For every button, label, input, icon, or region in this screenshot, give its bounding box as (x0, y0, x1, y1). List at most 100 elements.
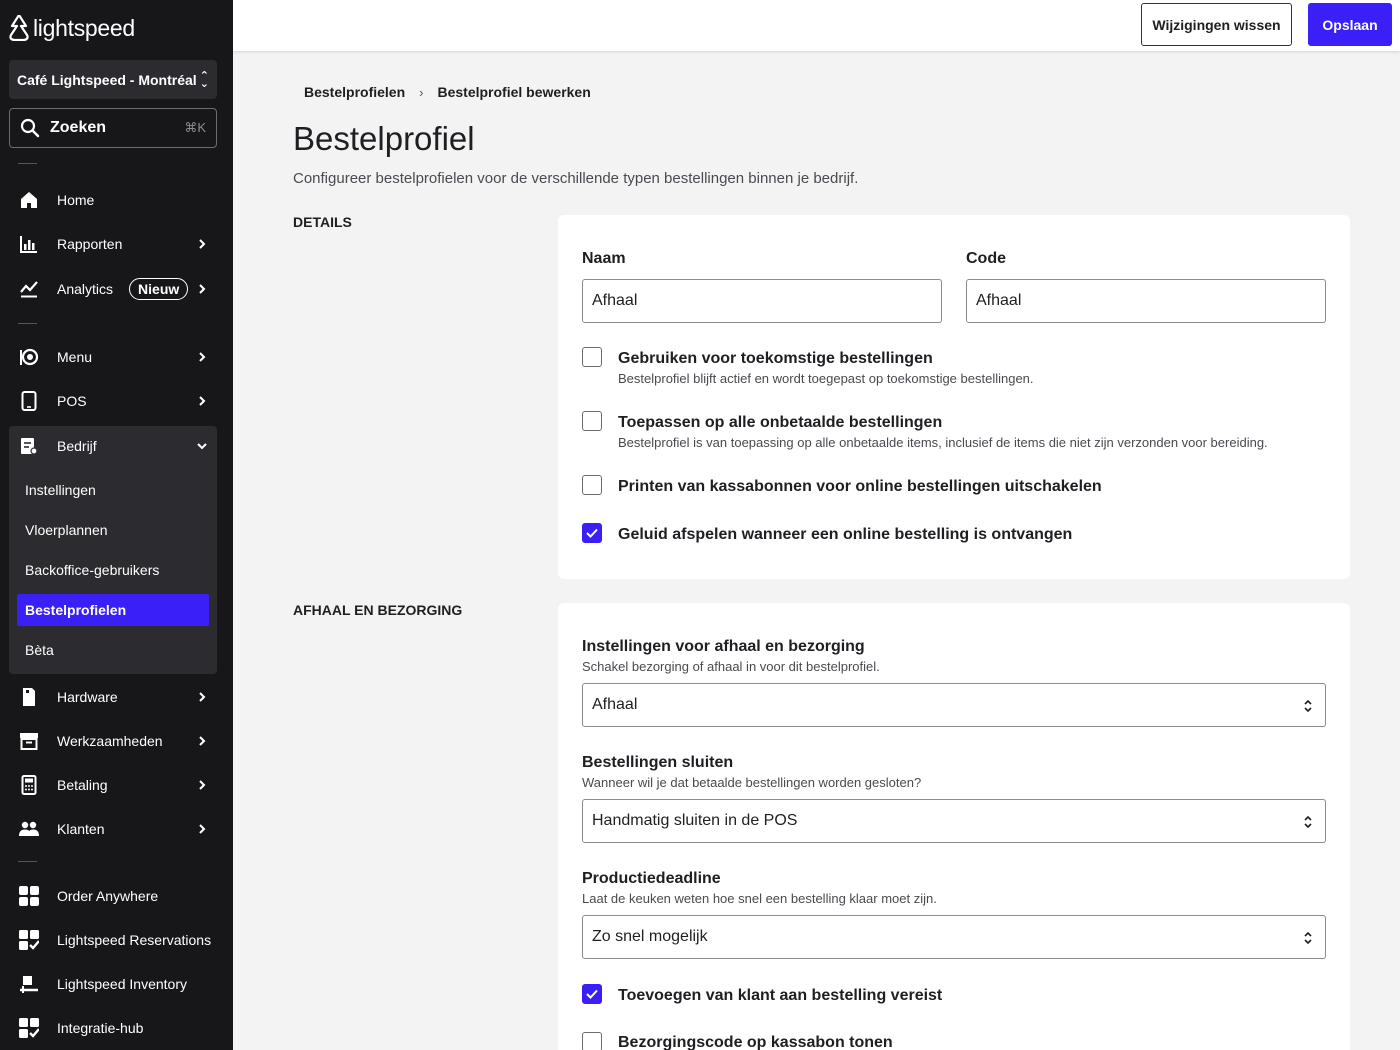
code-label: Code (966, 250, 1006, 267)
reservations-icon (19, 930, 39, 950)
code-input[interactable]: Afhaal (966, 279, 1326, 323)
sidebar-item-reservations[interactable]: Lightspeed Reservations (9, 920, 217, 960)
chevron-right-icon (199, 824, 206, 834)
disable-receipt-printing-checkbox[interactable] (582, 475, 602, 495)
sidebar-item-label: Lightspeed Reservations (57, 932, 212, 948)
unpaid-orders-checkbox[interactable] (582, 411, 602, 431)
search-box[interactable]: Zoeken ⌘K (9, 108, 217, 148)
sidebar-item-label: Klanten (57, 821, 105, 837)
save-button[interactable]: Opslaan (1308, 3, 1392, 46)
flame-logo-icon (9, 15, 29, 41)
discard-changes-button[interactable]: Wijzigingen wissen (1141, 3, 1292, 46)
sort-arrows-icon (1304, 931, 1312, 945)
sidebar-item-analytics[interactable]: Analytics Nieuw (9, 269, 217, 309)
sidebar-item-label: Menu (57, 349, 93, 365)
chevron-right-icon (199, 239, 206, 249)
sidebar-subitem-vloerplannen[interactable]: Vloerplannen (17, 514, 209, 546)
users-icon (19, 819, 39, 839)
sidebar-item-inventory[interactable]: Lightspeed Inventory (9, 964, 217, 1004)
sidebar-item-label: Order Anywhere (57, 888, 159, 904)
close-orders-select[interactable]: Handmatig sluiten in de POS (582, 799, 1326, 843)
integration-hub-icon (19, 1018, 39, 1038)
sidebar-item-order-anywhere[interactable]: Order Anywhere (9, 876, 217, 916)
search-icon (20, 118, 40, 138)
pickup-settings-help: Schakel bezorging of afhaal in voor dit … (582, 659, 880, 674)
sidebar-item-betaling[interactable]: Betaling (9, 765, 217, 805)
play-sound-checkbox[interactable] (582, 523, 602, 543)
chevron-right-icon (199, 692, 206, 702)
checkmark-icon (586, 989, 598, 999)
sidebar-item-pos[interactable]: POS (9, 381, 217, 421)
pickup-settings-select[interactable]: Afhaal (582, 683, 1326, 727)
inventory-icon (19, 974, 39, 994)
disable-receipt-printing-label: Printen van kassabonnen voor online best… (618, 478, 1102, 495)
unpaid-orders-label: Toepassen op alle onbetaalde bestellinge… (618, 414, 943, 431)
breadcrumb-current: Bestelprofiel bewerken (437, 84, 591, 100)
sidebar-group-bedrijf: Bedrijf Instellingen Vloerplannen Backof… (9, 426, 217, 674)
pickup-delivery-card: Instellingen voor afhaal en bezorging Sc… (558, 603, 1350, 1050)
sidebar-item-label: Bedrijf (57, 438, 97, 454)
sidebar-item-rapporten[interactable]: Rapporten (9, 224, 217, 264)
sidebar-item-integratie-hub[interactable]: Integratie-hub (9, 1008, 217, 1048)
top-bar: Wijzigingen wissen Opslaan (233, 0, 1400, 51)
sidebar-item-klanten[interactable]: Klanten (9, 809, 217, 849)
business-icon (19, 436, 39, 456)
production-deadline-select[interactable]: Zo snel mogelijk (582, 915, 1326, 959)
trend-line-icon (19, 279, 39, 299)
menu-plate-icon (19, 347, 39, 367)
pickup-settings-label: Instellingen voor afhaal en bezorging (582, 638, 865, 655)
bar-chart-icon (19, 234, 39, 254)
section-label-details: DETAILS (293, 214, 352, 230)
sidebar-item-menu[interactable]: Menu (9, 337, 217, 377)
pickup-settings-value: Afhaal (592, 696, 638, 713)
checkmark-icon (586, 528, 598, 538)
breadcrumb-parent-link[interactable]: Bestelprofielen (304, 84, 405, 100)
lightspeed-logo[interactable]: lightspeed (9, 14, 135, 42)
sidebar-subitem-instellingen[interactable]: Instellingen (17, 474, 209, 506)
future-orders-label: Gebruiken voor toekomstige bestellingen (618, 350, 933, 367)
sidebar-item-bedrijf[interactable]: Bedrijf (9, 426, 217, 466)
require-customer-label: Toevoegen van klant aan bestelling verei… (618, 987, 943, 1004)
chevron-right-icon (199, 736, 206, 746)
unpaid-orders-help: Bestelprofiel is van toepassing op alle … (618, 435, 1268, 450)
sidebar-item-label: POS (57, 393, 87, 409)
hardware-icon (19, 687, 39, 707)
sidebar-item-label: Rapporten (57, 236, 123, 252)
sidebar: lightspeed Café Lightspeed - Montréal ⌃ ⌄… (0, 0, 233, 1050)
future-orders-checkbox[interactable] (582, 347, 602, 367)
page-title: Bestelprofiel (293, 120, 475, 157)
sidebar-item-label: Integratie-hub (57, 1020, 144, 1036)
sidebar-item-werkzaamheden[interactable]: Werkzaamheden (9, 721, 217, 761)
chevron-right-icon (199, 284, 206, 294)
sidebar-item-label: Analytics (57, 281, 114, 297)
production-deadline-value: Zo snel mogelijk (592, 928, 708, 945)
new-badge: Nieuw (129, 278, 189, 300)
production-deadline-label: Productiedeadline (582, 870, 721, 887)
section-label-pickup-delivery: AFHAAL EN BEZORGING (293, 602, 463, 618)
sidebar-item-label: Werkzaamheden (57, 733, 163, 749)
future-orders-help: Bestelprofiel blijft actief en wordt toe… (618, 371, 1034, 386)
delivery-code-checkbox[interactable] (582, 1032, 602, 1050)
sidebar-subitem-beta[interactable]: Bèta (17, 634, 209, 666)
close-orders-label: Bestellingen sluiten (582, 754, 734, 771)
location-switcher[interactable]: Café Lightspeed - Montréal ⌃ ⌄ (9, 60, 217, 99)
name-input[interactable]: Afhaal (582, 279, 942, 323)
tablet-icon (19, 391, 39, 411)
sidebar-item-label: Betaling (57, 777, 108, 793)
logo-text: lightspeed (33, 14, 135, 41)
sidebar-divider (18, 861, 37, 862)
require-customer-checkbox[interactable] (582, 984, 602, 1004)
home-icon (19, 190, 39, 210)
sidebar-divider (18, 323, 37, 324)
chevron-right-icon: › (419, 84, 424, 100)
sidebar-subitem-backoffice-gebruikers[interactable]: Backoffice-gebruikers (17, 554, 209, 586)
location-name: Café Lightspeed - Montréal (17, 71, 197, 88)
search-shortcut: ⌘K (184, 120, 206, 135)
sidebar-item-hardware[interactable]: Hardware (9, 677, 217, 717)
page-description: Configureer bestelprofielen voor de vers… (293, 170, 859, 187)
sidebar-item-label: Hardware (57, 689, 118, 705)
sidebar-item-home[interactable]: Home (9, 180, 217, 220)
sidebar-subitem-bestelprofielen[interactable]: Bestelprofielen (17, 594, 209, 626)
production-deadline-help: Laat de keuken weten hoe snel een bestel… (582, 891, 937, 906)
sidebar-item-label: Home (57, 192, 95, 208)
